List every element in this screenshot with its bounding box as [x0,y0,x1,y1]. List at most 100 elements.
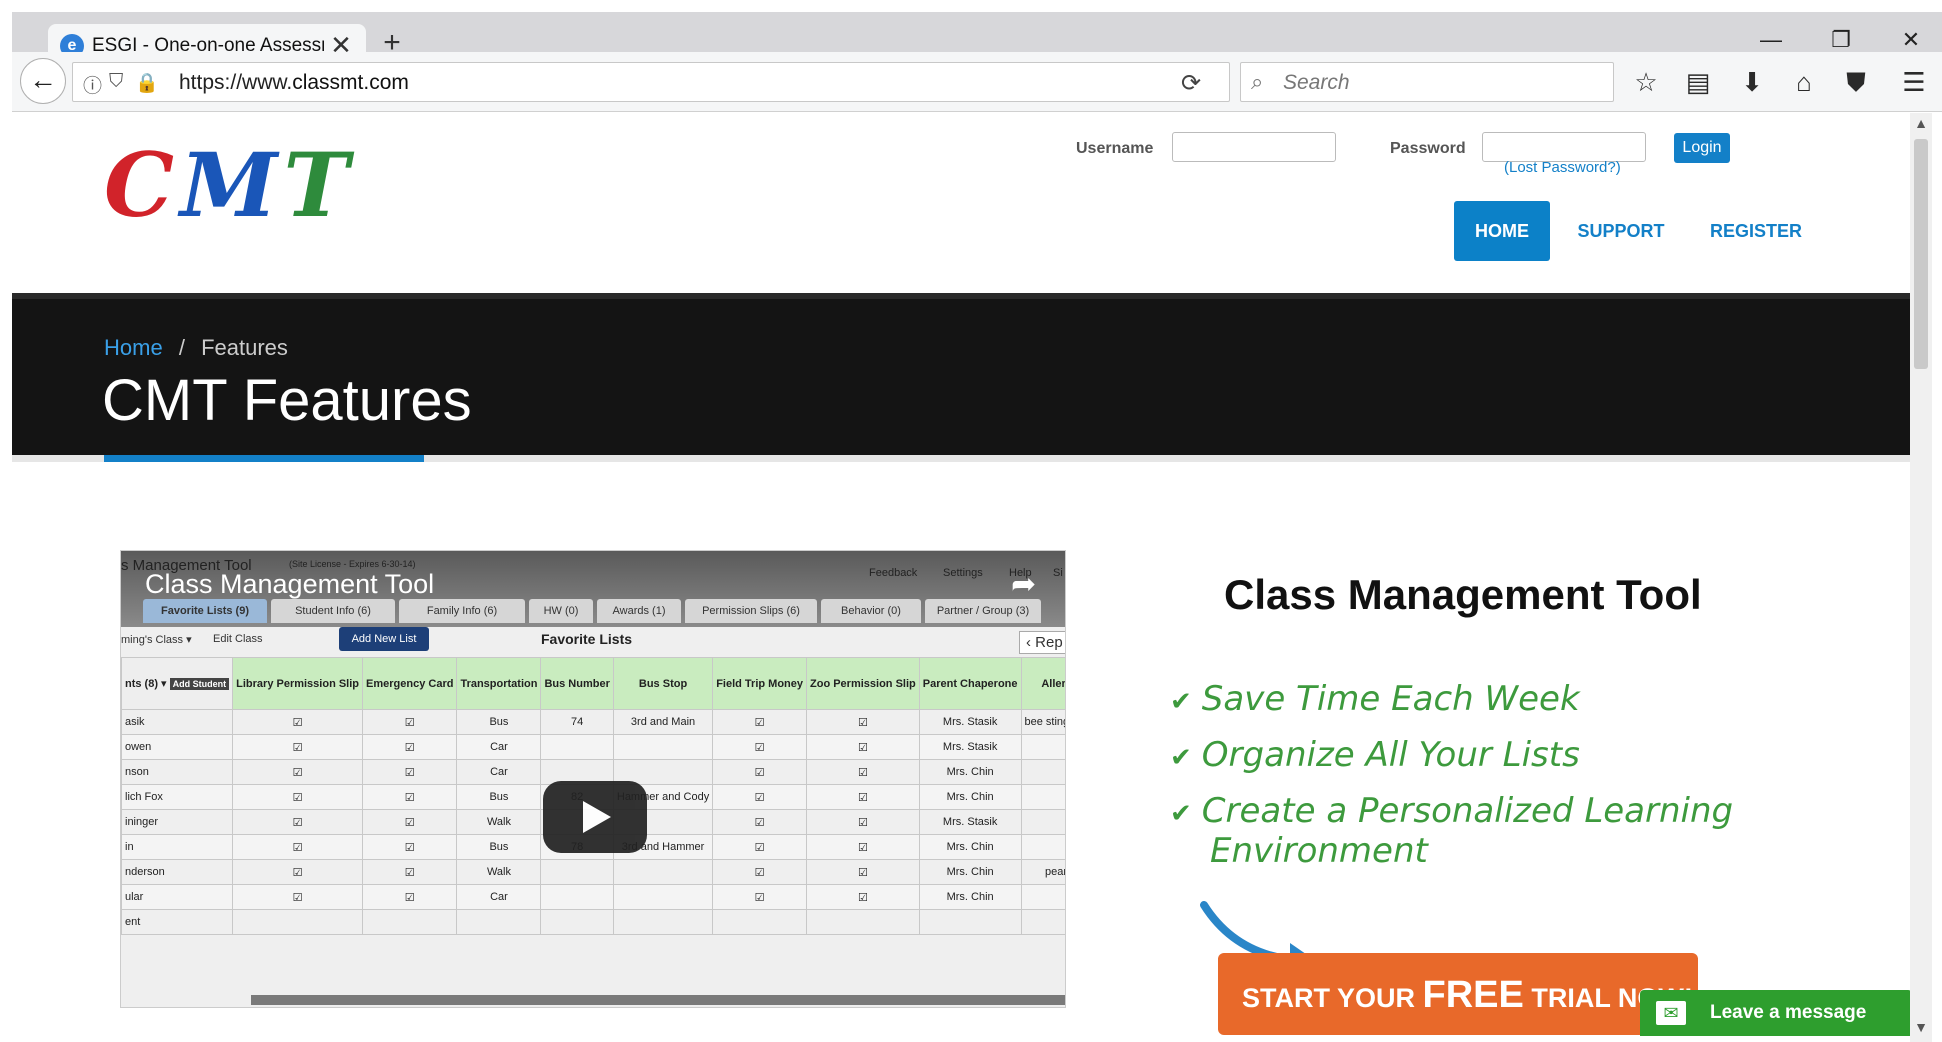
spreadsheet-cell: nderson [121,859,234,885]
url-text[interactable]: https://www.classmt.com [179,71,409,95]
spreadsheet-cell: Mrs. Chin [918,759,1022,785]
check-icon: ✔ [1170,743,1192,773]
spreadsheet-cell: Mrs. Chin [918,859,1022,885]
username-label: Username [1076,140,1154,157]
empty-cell [232,909,364,935]
shield-icon[interactable]: ⛉ [109,71,123,93]
spreadsheet-cell [540,859,614,885]
spreadsheet-cell: Walk [456,809,542,835]
spreadsheet-cell: Mrs. Chin [918,834,1022,860]
spreadsheet-cell: Mrs. Chin [918,884,1022,910]
login-button[interactable]: Login [1674,133,1730,163]
reading-list-icon[interactable]: ▤ [1680,64,1716,100]
feature-bullet-continued: Environment [1210,831,1428,871]
spreadsheet-cell [1020,834,1065,860]
video-tab: Awards (1) [597,599,681,623]
url-scheme: https://www. [179,71,293,94]
video-title[interactable]: Class Management Tool [145,569,434,600]
breadcrumb-home-link[interactable]: Home [104,335,163,360]
nav-support[interactable]: SUPPORT [1564,201,1678,261]
add-student-row: ent [121,909,1065,935]
feature-bullet: ✔ Create a Personalized Learning [1170,791,1734,831]
video-tab: Student Info (6) [271,599,395,623]
password-field[interactable] [1482,132,1646,162]
scroll-up-icon[interactable]: ▲ [1910,115,1932,135]
checkbox-icon: ☑ [362,884,458,910]
search-icon: ⌕ [1251,69,1264,94]
share-icon[interactable]: ➦ [1011,567,1036,602]
url-bar[interactable]: ⓘ ⛉ 🔒 https://www.classmt.com ⟳ [72,62,1230,102]
page-title: CMT Features [102,368,472,433]
spreadsheet-cell: Bus [456,834,542,860]
spreadsheet-cell: bee sting allergy [1020,709,1065,735]
spreadsheet-cell [612,734,714,760]
video-player[interactable]: s Management Tool (Site License - Expire… [120,550,1066,1008]
lock-icon[interactable]: 🔒 [135,71,159,95]
spreadsheet-row: owen ☑ ☑ Car ☑ ☑ Mrs. Stasik [121,734,1065,760]
spreadsheet-cell: Bus [456,784,542,810]
web-page: CMT Username Password Login (Lost Passwo… [12,113,1910,1042]
checkbox-icon: ☑ [232,759,364,785]
scrollbar-thumb[interactable] [1914,139,1928,369]
checkbox-icon: ☑ [712,784,807,810]
checkbox-icon: ☑ [362,859,458,885]
column-header: Field Trip Money [712,657,807,710]
search-bar[interactable]: ⌕ Search [1240,62,1614,102]
start-free-trial-button[interactable]: START YOUR FREE TRIAL NOW! [1218,953,1698,1035]
pocket-icon[interactable]: ⛊ [1838,64,1874,100]
checkbox-icon: ☑ [232,709,364,735]
checkbox-icon: ☑ [806,809,920,835]
spreadsheet-header-row: nts (8) ▾ Add Student Library Permission… [121,657,1065,710]
reload-icon[interactable]: ⟳ [1181,69,1201,98]
bookmark-star-icon[interactable]: ☆ [1628,64,1664,100]
username-field[interactable] [1172,132,1336,162]
checkbox-icon: ☑ [362,809,458,835]
spreadsheet-cell [1020,809,1065,835]
lost-password-link[interactable]: (Lost Password?) [1504,159,1621,176]
page-hero-banner: Home / Features CMT Features [12,293,1910,455]
checkbox-icon: ☑ [712,734,807,760]
video-top-bar: s Management Tool (Site License - Expire… [121,551,1065,627]
video-tab: Behavior (0) [821,599,921,623]
checkbox-icon: ☑ [806,734,920,760]
home-icon[interactable]: ⌂ [1786,64,1822,100]
column-header: Allergies [1020,657,1065,710]
info-icon[interactable]: ⓘ [83,71,102,98]
checkbox-icon: ☑ [232,834,364,860]
column-header: Bus Stop [612,657,714,710]
menu-icon[interactable]: ☰ [1896,64,1932,100]
checkbox-icon: ☑ [712,834,807,860]
empty-cell [806,909,920,935]
back-arrow-icon[interactable]: ← [20,58,66,104]
url-host: classmt.com [292,71,409,94]
feature-heading: Class Management Tool [1224,571,1702,618]
column-header: Transportation [456,657,542,710]
download-icon[interactable]: ⬇ [1734,64,1770,100]
envelope-icon: ✉ [1656,1001,1686,1025]
page-scrollbar[interactable]: ▲ ▼ [1910,113,1932,1042]
checkbox-icon: ☑ [712,759,807,785]
spreadsheet-cell: 3rd and Main [612,709,714,735]
settings-link: Settings [943,567,983,579]
checkbox-icon: ☑ [232,734,364,760]
scroll-down-icon[interactable]: ▼ [1910,1019,1932,1039]
checkbox-icon: ☑ [806,759,920,785]
checkbox-icon: ☑ [806,709,920,735]
spreadsheet-cell: Mrs. Stasik [918,809,1022,835]
password-label: Password [1390,140,1466,157]
column-header: Parent Chaperone [918,657,1022,710]
leave-message-chat-button[interactable]: ✉ Leave a message [1640,990,1910,1036]
nav-home[interactable]: HOME [1454,201,1550,261]
spreadsheet-cell: Car [456,734,542,760]
checkbox-icon: ☑ [232,859,364,885]
video-tab: HW (0) [529,599,593,623]
breadcrumb-separator: / [178,335,185,360]
nav-register[interactable]: REGISTER [1694,201,1818,261]
play-button[interactable] [543,781,647,853]
cmt-logo[interactable]: CMT [104,133,355,237]
checkbox-icon: ☑ [232,884,364,910]
spreadsheet-cell: peanuts [1020,859,1065,885]
spreadsheet-cell: Car [456,884,542,910]
play-icon [583,801,611,833]
video-sheet-scrollbar [251,995,1065,1005]
